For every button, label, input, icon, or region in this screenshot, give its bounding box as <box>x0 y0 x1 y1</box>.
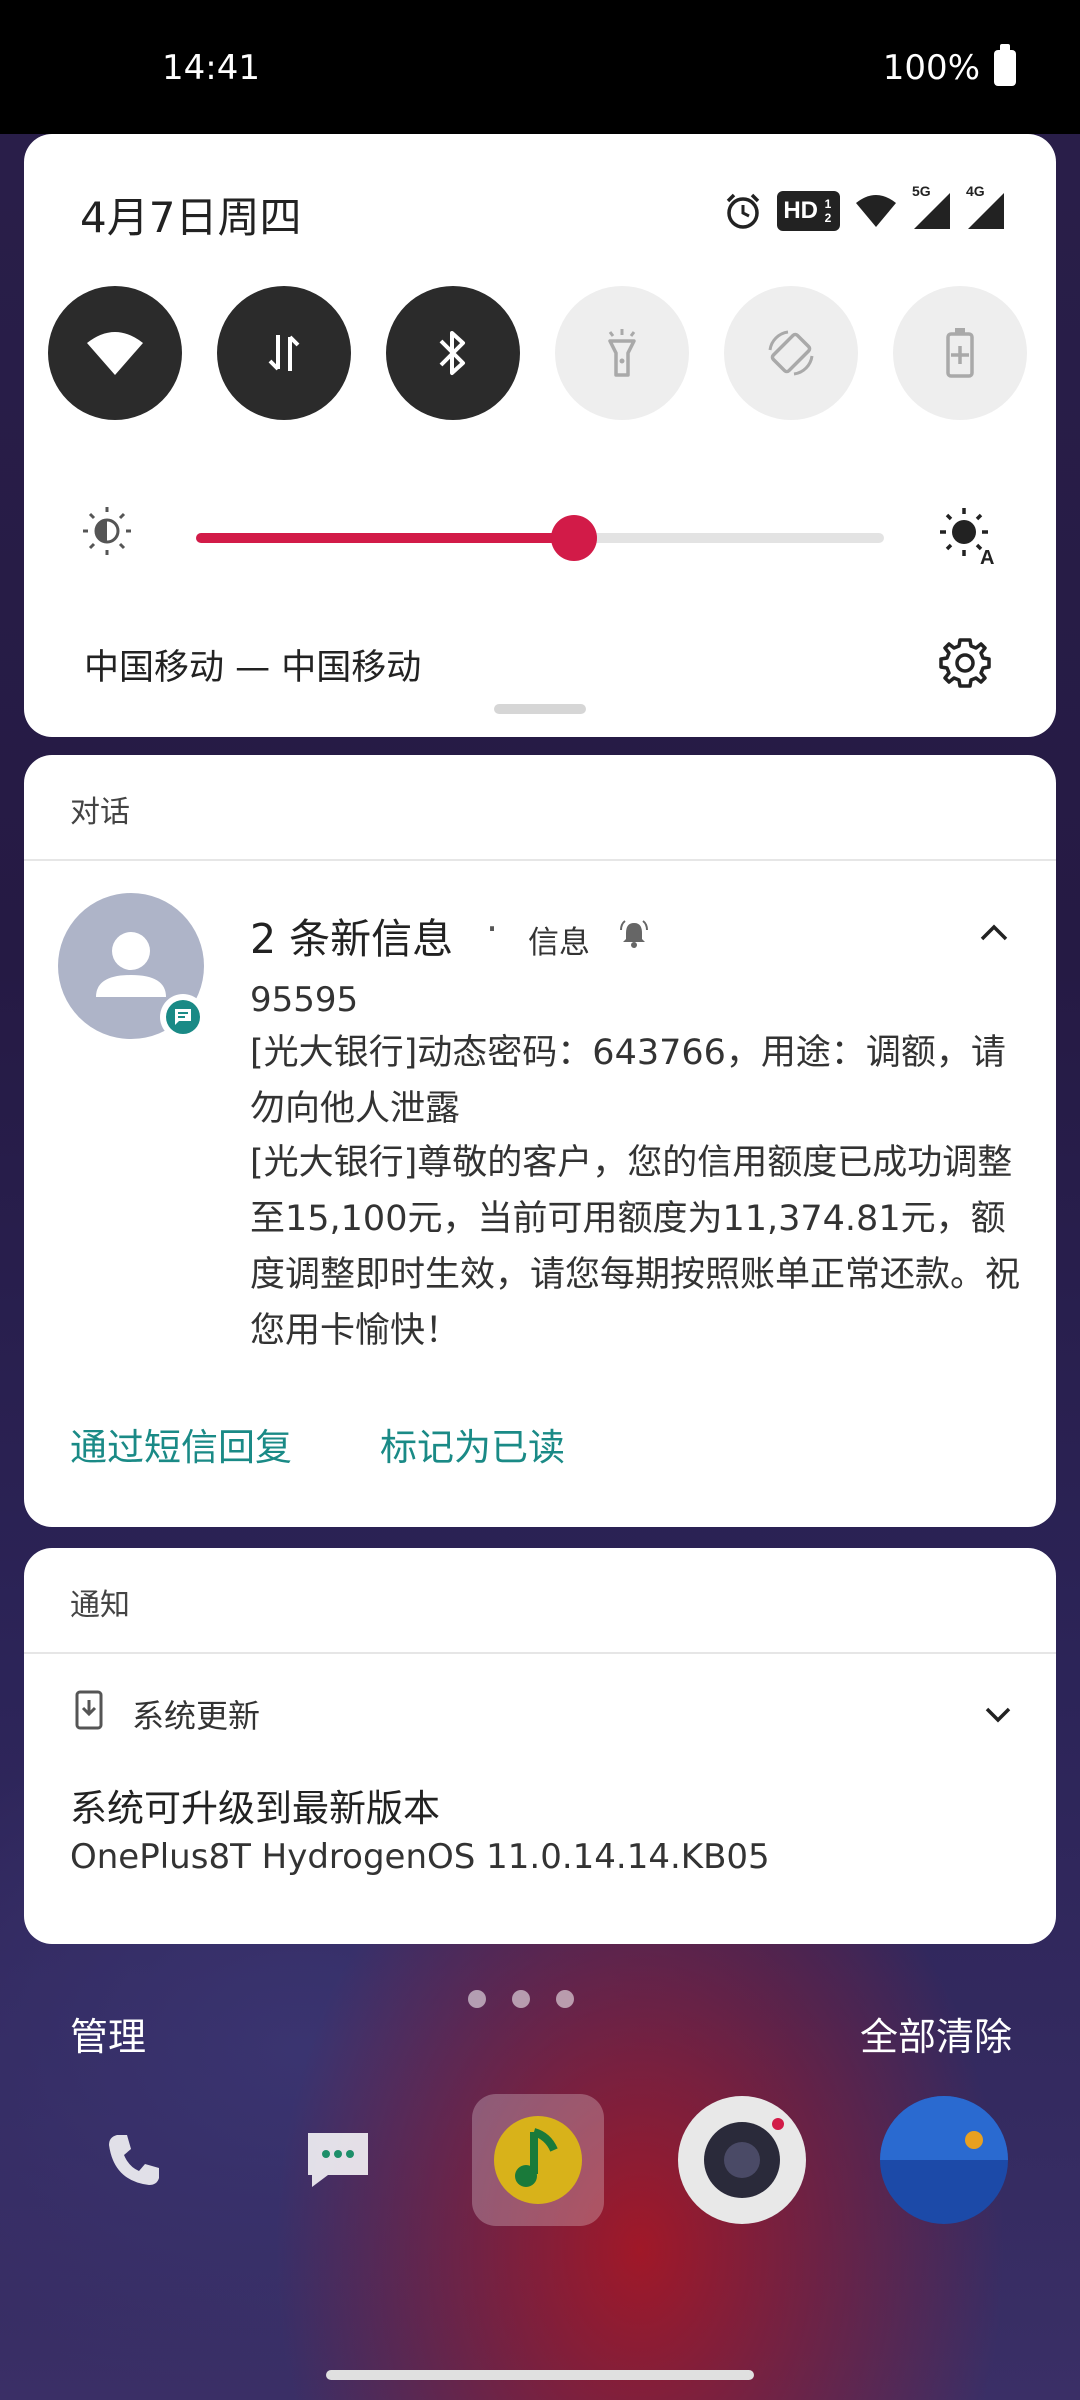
message-text: [光大银行]尊敬的客户，您的信用额度已成功调整至15,100元，当前可用额度为1… <box>250 1143 1021 1351</box>
dock-phone[interactable] <box>68 2094 200 2226</box>
reply-by-sms-button[interactable]: 通过短信回复 <box>70 1417 292 1471</box>
conversation-card: 对话 2 条新信息 · 信息 95595 [光大银行]动态密码：643766，用… <box>24 755 1056 1527</box>
page-dot <box>512 1990 530 2008</box>
mobile-data-toggle[interactable] <box>217 286 351 420</box>
notification-title: 系统可升级到最新版本 <box>70 1787 440 1830</box>
conversation-section-label: 对话 <box>70 795 130 830</box>
page-dot <box>468 1990 486 2008</box>
notification-divider <box>24 1652 1056 1654</box>
dock-messages[interactable] <box>272 2094 404 2226</box>
expand-chevron-icon[interactable] <box>980 1696 1016 1732</box>
status-bar: 14:41 100% <box>0 0 1080 134</box>
notification-card: 通知 系统更新 系统可升级到最新版本 OnePlus8T HydrogenOS … <box>24 1548 1056 1944</box>
svg-text:A: A <box>980 547 994 566</box>
hd-label: HD <box>783 197 818 224</box>
system-update-icon <box>75 1690 103 1730</box>
notification-body: OnePlus8T HydrogenOS 11.0.14.14.KB05 <box>70 1837 770 1877</box>
mark-as-read-button[interactable]: 标记为已读 <box>380 1417 565 1471</box>
bluetooth-toggle[interactable] <box>386 286 520 420</box>
signal-4g-icon: 4G <box>966 183 1006 231</box>
wifi-icon <box>87 332 143 375</box>
battery-saver-toggle[interactable] <box>893 286 1027 420</box>
notification-section-label: 通知 <box>70 1588 130 1623</box>
panel-drag-handle[interactable] <box>494 704 586 714</box>
flashlight-toggle[interactable] <box>555 286 689 420</box>
qs-status-icons: HD 1 2 5G 4G <box>723 183 1006 234</box>
dock-gallery[interactable] <box>878 2094 1010 2226</box>
brightness-slider[interactable] <box>196 515 884 561</box>
brightness-slider-fill <box>196 533 575 543</box>
hd-voice-icon: HD 1 2 <box>777 191 840 231</box>
conversation-app-name: 信息 <box>528 925 590 961</box>
notification-app-name: 系统更新 <box>132 1697 261 1735</box>
conversation-title: 2 条新信息 <box>250 915 454 963</box>
sender-name: 95595 <box>250 980 359 1020</box>
auto-rotate-toggle[interactable] <box>724 286 858 420</box>
phone-icon <box>109 2135 159 2185</box>
collapse-chevron-icon[interactable] <box>974 913 1014 953</box>
quick-settings-panel: 4月7日周四 HD 1 2 5G 4G A 中国移动 — 中国移动 <box>24 134 1056 737</box>
message-text: [光大银行]动态密码：643766，用途：调额，请勿向他人泄露 <box>250 1033 1006 1129</box>
net-4g-label: 4G <box>966 183 985 199</box>
camera-icon <box>678 2096 806 2224</box>
page-dot <box>556 1990 574 2008</box>
bluetooth-icon <box>439 331 465 375</box>
brightness-slider-thumb[interactable] <box>551 515 598 561</box>
messages-badge <box>160 994 206 1040</box>
conversation-divider <box>24 859 1056 861</box>
clear-all-button[interactable]: 全部清除 <box>860 2006 1012 2061</box>
music-note-icon <box>494 2116 582 2204</box>
battery-percentage: 100% <box>882 48 980 88</box>
date-label: 4月7日周四 <box>80 193 302 242</box>
settings-gear-icon[interactable] <box>936 634 994 692</box>
brightness-low-icon <box>83 507 131 555</box>
net-5g-label: 5G <box>912 183 931 199</box>
title-separator: · <box>486 907 499 951</box>
bell-icon <box>620 920 648 948</box>
brightness-auto-icon[interactable]: A <box>936 504 998 566</box>
home-page-indicator <box>468 1990 574 2008</box>
carrier-label: 中国移动 — 中国移动 <box>84 648 422 688</box>
manage-button[interactable]: 管理 <box>70 2006 146 2061</box>
battery-icon <box>994 44 1016 86</box>
dock-camera[interactable] <box>676 2094 808 2226</box>
dock-music[interactable] <box>472 2094 604 2226</box>
hd-sub: 1 2 <box>824 197 832 225</box>
status-time: 14:41 <box>162 48 260 88</box>
message-bubble-icon <box>175 1009 191 1025</box>
flashlight-icon <box>608 329 636 377</box>
gesture-nav-bar[interactable] <box>326 2370 754 2380</box>
rotate-icon <box>768 330 814 376</box>
gallery-icon <box>880 2096 1008 2224</box>
battery-plus-icon <box>946 328 974 378</box>
wifi-toggle[interactable] <box>48 286 182 420</box>
chat-icon <box>308 2133 368 2187</box>
data-arrows-icon <box>268 335 300 371</box>
wifi-status-icon <box>856 195 896 227</box>
signal-5g-icon: 5G <box>912 183 952 231</box>
alarm-icon <box>727 193 760 229</box>
